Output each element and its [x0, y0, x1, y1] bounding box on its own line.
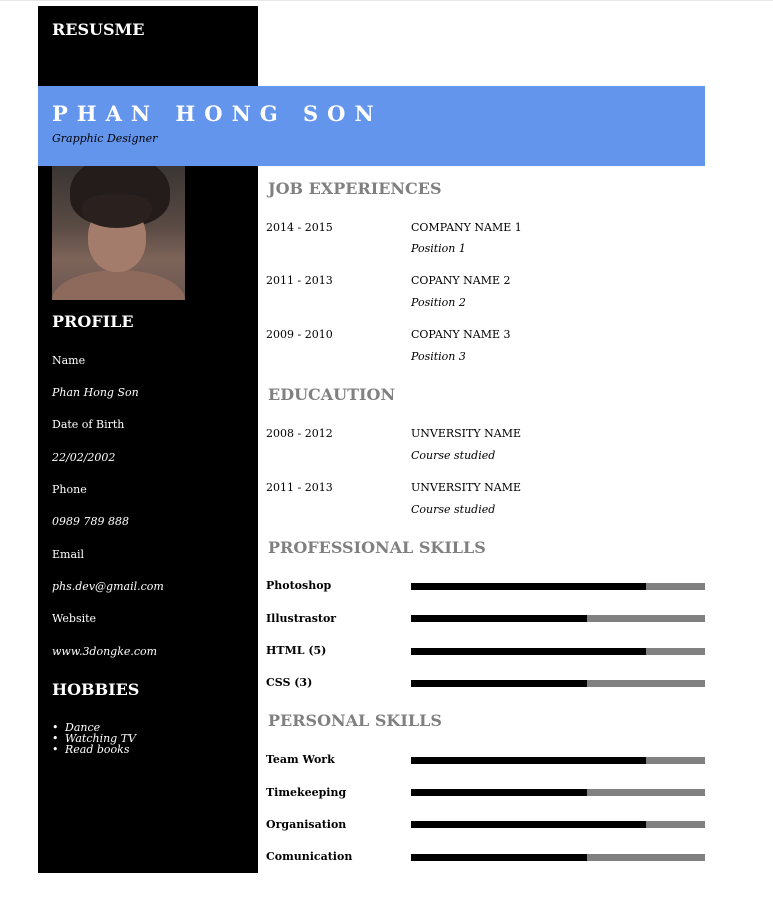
job-position: Position 3 — [411, 350, 466, 363]
skill-bar-fill — [411, 583, 647, 590]
education-course: Course studied — [411, 503, 496, 516]
job-years: 2011 - 2013 — [266, 274, 333, 287]
profile-value-phone: 0989 789 888 — [52, 515, 129, 528]
skill-bar — [411, 854, 705, 861]
hobbies-list: Dance Watching TV Read books — [52, 722, 136, 755]
education-years: 2008 - 2012 — [266, 427, 333, 440]
job-company: COPANY NAME 2 — [411, 274, 511, 287]
skill-name: CSS (3) — [266, 676, 313, 689]
skill-bar-fill — [411, 615, 588, 622]
skill-bar — [411, 789, 705, 796]
job-years: 2009 - 2010 — [266, 328, 333, 341]
education-years: 2011 - 2013 — [266, 481, 333, 494]
skill-bar — [411, 583, 705, 590]
hobbies-heading: HOBBIES — [52, 680, 140, 699]
job-experiences-heading: JOB EXPERIENCES — [268, 179, 442, 198]
profile-value-email: phs.dev@gmail.com — [52, 580, 164, 593]
education-heading: EDUCAUTION — [268, 385, 396, 404]
profile-value-dob: 22/02/2002 — [52, 451, 116, 464]
skill-bar-fill — [411, 648, 647, 655]
job-company: COMPANY NAME 1 — [411, 221, 522, 234]
profile-label-website: Website — [52, 612, 97, 625]
hobby-item: Read books — [52, 744, 136, 755]
personal-skills-heading: PERSONAL SKILLS — [268, 711, 442, 730]
person-role: Grapphic Designer — [52, 132, 158, 145]
profile-photo — [52, 166, 185, 300]
profile-label-email: Email — [52, 548, 85, 561]
education-school: UNVERSITY NAME — [411, 481, 521, 494]
person-name: PHAN HONG SON — [52, 101, 383, 126]
skill-name: Timekeeping — [266, 786, 347, 799]
skill-bar-fill — [411, 680, 588, 687]
skill-bar — [411, 821, 705, 828]
profile-value-website: www.3dongke.com — [52, 645, 158, 658]
professional-skills-heading: PROFESSIONAL SKILLS — [268, 538, 486, 557]
skill-name: Photoshop — [266, 579, 332, 592]
skill-name: HTML (5) — [266, 644, 327, 657]
skill-bar-fill — [411, 854, 588, 861]
profile-heading: PROFILE — [52, 312, 134, 331]
skill-bar-fill — [411, 757, 647, 764]
skill-name: Team Work — [266, 753, 335, 766]
profile-value-name: Phan Hong Son — [52, 386, 139, 399]
skill-name: Comunication — [266, 850, 353, 863]
profile-label-dob: Date of Birth — [52, 418, 125, 431]
skill-bar — [411, 680, 705, 687]
job-position: Position 2 — [411, 296, 466, 309]
education-course: Course studied — [411, 449, 496, 462]
name-banner — [38, 86, 705, 166]
skill-bar — [411, 648, 705, 655]
skill-bar — [411, 615, 705, 622]
education-school: UNVERSITY NAME — [411, 427, 521, 440]
job-position: Position 1 — [411, 242, 466, 255]
skill-bar-fill — [411, 821, 647, 828]
job-years: 2014 - 2015 — [266, 221, 333, 234]
skill-name: Illustrastor — [266, 612, 337, 625]
brand-title: RESUSME — [52, 20, 145, 39]
skill-bar — [411, 757, 705, 764]
job-company: COPANY NAME 3 — [411, 328, 511, 341]
skill-name: Organisation — [266, 818, 347, 831]
skill-bar-fill — [411, 789, 588, 796]
top-divider — [0, 0, 773, 1]
profile-label-phone: Phone — [52, 483, 87, 496]
profile-label-name: Name — [52, 354, 86, 367]
